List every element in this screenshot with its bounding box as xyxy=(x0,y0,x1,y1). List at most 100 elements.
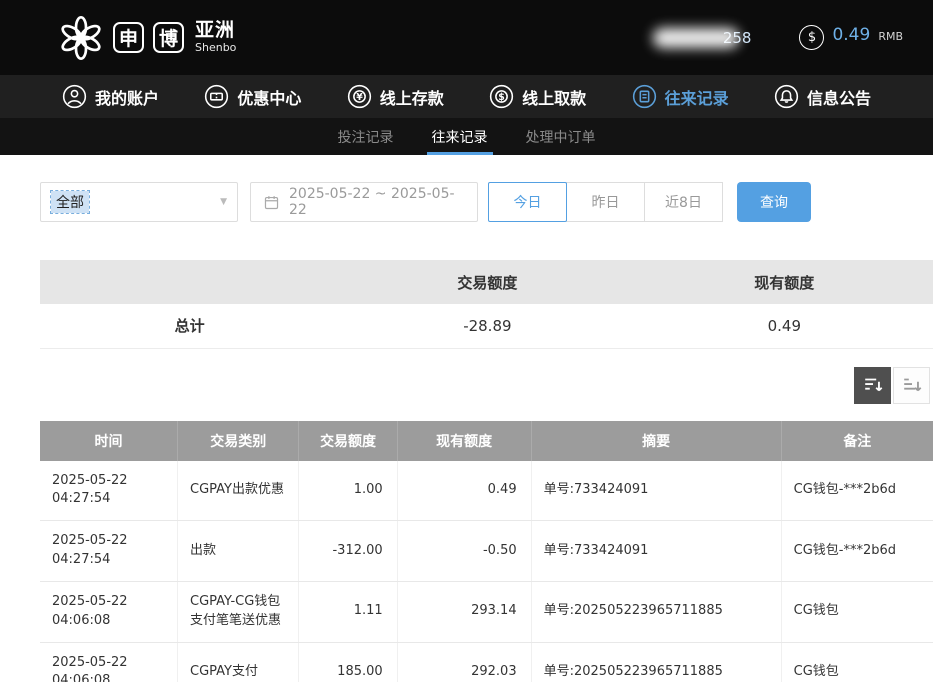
nav-item-online-withdrawal[interactable]: $ 线上取款 xyxy=(489,84,586,109)
nav-item-transaction-records[interactable]: 往来记录 xyxy=(632,84,729,109)
svg-text:$: $ xyxy=(498,92,505,103)
type-filter-value: 全部 xyxy=(51,191,89,213)
record-cell-balance: 0.49 xyxy=(397,461,531,521)
record-cell-time: 2025-05-22 04:06:08 xyxy=(40,581,178,642)
record-cell-amount: 1.11 xyxy=(299,581,397,642)
calendar-icon xyxy=(263,194,280,211)
today-button[interactable]: 今日 xyxy=(488,182,567,222)
logo-region: 亚洲 xyxy=(195,20,236,42)
record-cell-summary: 单号:733424091 xyxy=(531,521,781,582)
record-cell-balance: 292.03 xyxy=(397,642,531,682)
balance-value: 0.49 xyxy=(832,25,870,45)
record-cell-note: CG钱包-***2b6d xyxy=(781,521,933,582)
record-cell-note: CG钱包 xyxy=(781,581,933,642)
logo-char-1: 申 xyxy=(113,22,144,53)
col-header-note: 备注 xyxy=(781,421,933,461)
deposit-coin-icon: ¥ xyxy=(347,84,372,109)
col-header-balance: 现有额度 xyxy=(397,421,531,461)
nav-item-online-deposit[interactable]: ¥ 线上存款 xyxy=(347,84,444,109)
record-cell-summary: 单号:733424091 xyxy=(531,461,781,521)
nav-item-label: 我的账户 xyxy=(95,85,159,109)
record-cell-amount: 1.00 xyxy=(299,461,397,521)
logo-char-2: 博 xyxy=(153,22,184,53)
record-cell-balance: 293.14 xyxy=(397,581,531,642)
records-table: 时间 交易类别 交易额度 现有额度 摘要 备注 2025-05-22 04:27… xyxy=(40,421,933,682)
quick-range-group: 今日 昨日 近8日 xyxy=(488,182,723,222)
last-8-days-button[interactable]: 近8日 xyxy=(644,182,723,222)
summary-header-current-balance: 现有额度 xyxy=(636,260,933,304)
blurred-account-mask xyxy=(653,28,739,48)
record-cell-balance: -0.50 xyxy=(397,521,531,582)
record-cell-note: CG钱包 xyxy=(781,642,933,682)
main-nav: 我的账户 优惠中心 ¥ 线上存款 $ 线上取款 往来记录 信息公告 xyxy=(0,75,933,118)
site-logo[interactable]: 申 博 亚洲 Shenbo xyxy=(58,15,236,61)
summary-header-transaction-amount: 交易额度 xyxy=(339,260,635,304)
account-number[interactable]: 258 xyxy=(653,28,752,48)
sort-descending-icon xyxy=(862,374,884,396)
record-cell-type: 出款 xyxy=(178,521,299,582)
coupon-icon xyxy=(204,84,229,109)
top-header: 申 博 亚洲 Shenbo 258 $ 0.49 RMB xyxy=(0,0,933,75)
col-header-type: 交易类别 xyxy=(178,421,299,461)
record-cell-amount: 185.00 xyxy=(299,642,397,682)
nav-item-label: 信息公告 xyxy=(807,85,871,109)
record-cell-type: CGPAY-CG钱包支付笔笔送优惠 xyxy=(178,581,299,642)
summary-balance-total: 0.49 xyxy=(636,304,933,348)
bell-icon xyxy=(774,84,799,109)
summary-header-empty xyxy=(40,260,339,304)
nav-item-label: 线上存款 xyxy=(380,85,444,109)
flower-logo-icon xyxy=(58,15,104,61)
col-header-summary: 摘要 xyxy=(531,421,781,461)
dollar-icon: $ xyxy=(799,25,824,50)
content-area: 全部 ▼ 2025-05-22 ~ 2025-05-22 今日 昨日 近8日 查… xyxy=(0,155,933,682)
record-row: 2025-05-22 04:06:08CGPAY-CG钱包支付笔笔送优惠1.11… xyxy=(40,581,933,642)
nav-item-announcements[interactable]: 信息公告 xyxy=(774,84,871,109)
record-cell-time: 2025-05-22 04:06:08 xyxy=(40,642,178,682)
sort-ascending-icon xyxy=(901,374,923,396)
tab-bet-records[interactable]: 投注记录 xyxy=(333,118,399,155)
nav-item-promotions[interactable]: 优惠中心 xyxy=(204,84,301,109)
record-cell-time: 2025-05-22 04:27:54 xyxy=(40,461,178,521)
record-cell-summary: 单号:202505223965711885 xyxy=(531,581,781,642)
col-header-amount: 交易额度 xyxy=(299,421,397,461)
date-range-value: 2025-05-22 ~ 2025-05-22 xyxy=(289,186,465,218)
svg-text:¥: ¥ xyxy=(356,92,363,103)
summary-table: 交易额度 现有额度 总计 -28.89 0.49 xyxy=(40,260,933,349)
record-row: 2025-05-22 04:27:54CGPAY出款优惠1.000.49单号:7… xyxy=(40,461,933,521)
nav-item-label: 优惠中心 xyxy=(237,85,301,109)
type-filter-select[interactable]: 全部 ▼ xyxy=(40,182,238,222)
nav-item-label: 往来记录 xyxy=(665,85,729,109)
records-table-body: 2025-05-22 04:27:54CGPAY出款优惠1.000.49单号:7… xyxy=(40,461,933,682)
sort-descending-button[interactable] xyxy=(854,367,891,404)
sort-ascending-button[interactable] xyxy=(893,367,930,404)
record-row: 2025-05-22 04:06:08CGPAY支付185.00292.03单号… xyxy=(40,642,933,682)
balance-currency: RMB xyxy=(878,30,903,43)
record-cell-type: CGPAY支付 xyxy=(178,642,299,682)
summary-total-row: 总计 -28.89 0.49 xyxy=(40,304,933,348)
summary-total-label: 总计 xyxy=(40,304,339,348)
query-button[interactable]: 查询 xyxy=(737,182,811,222)
record-cell-time: 2025-05-22 04:27:54 xyxy=(40,521,178,582)
nav-item-my-account[interactable]: 我的账户 xyxy=(62,84,159,109)
record-cell-amount: -312.00 xyxy=(299,521,397,582)
tab-transaction-records[interactable]: 往来记录 xyxy=(427,118,493,155)
record-cell-type: CGPAY出款优惠 xyxy=(178,461,299,521)
logo-subtitle: Shenbo xyxy=(195,42,236,55)
yesterday-button[interactable]: 昨日 xyxy=(566,182,645,222)
records-header-row: 时间 交易类别 交易额度 现有额度 摘要 备注 xyxy=(40,421,933,461)
filter-bar: 全部 ▼ 2025-05-22 ~ 2025-05-22 今日 昨日 近8日 查… xyxy=(40,182,933,222)
nav-item-label: 线上取款 xyxy=(522,85,586,109)
summary-header-row: 交易额度 现有额度 xyxy=(40,260,933,304)
summary-transaction-total: -28.89 xyxy=(339,304,635,348)
sort-controls xyxy=(40,367,933,404)
chevron-down-icon: ▼ xyxy=(220,197,227,207)
tab-processing-orders[interactable]: 处理中订单 xyxy=(521,118,601,155)
records-icon xyxy=(632,84,657,109)
balance[interactable]: $ 0.49 RMB xyxy=(799,25,903,50)
record-cell-summary: 单号:202505223965711885 xyxy=(531,642,781,682)
date-range-picker[interactable]: 2025-05-22 ~ 2025-05-22 xyxy=(250,182,478,222)
sub-nav: 投注记录 往来记录 处理中订单 xyxy=(0,118,933,155)
withdraw-coin-icon: $ xyxy=(489,84,514,109)
record-row: 2025-05-22 04:27:54出款-312.00-0.50单号:7334… xyxy=(40,521,933,582)
user-icon xyxy=(62,84,87,109)
